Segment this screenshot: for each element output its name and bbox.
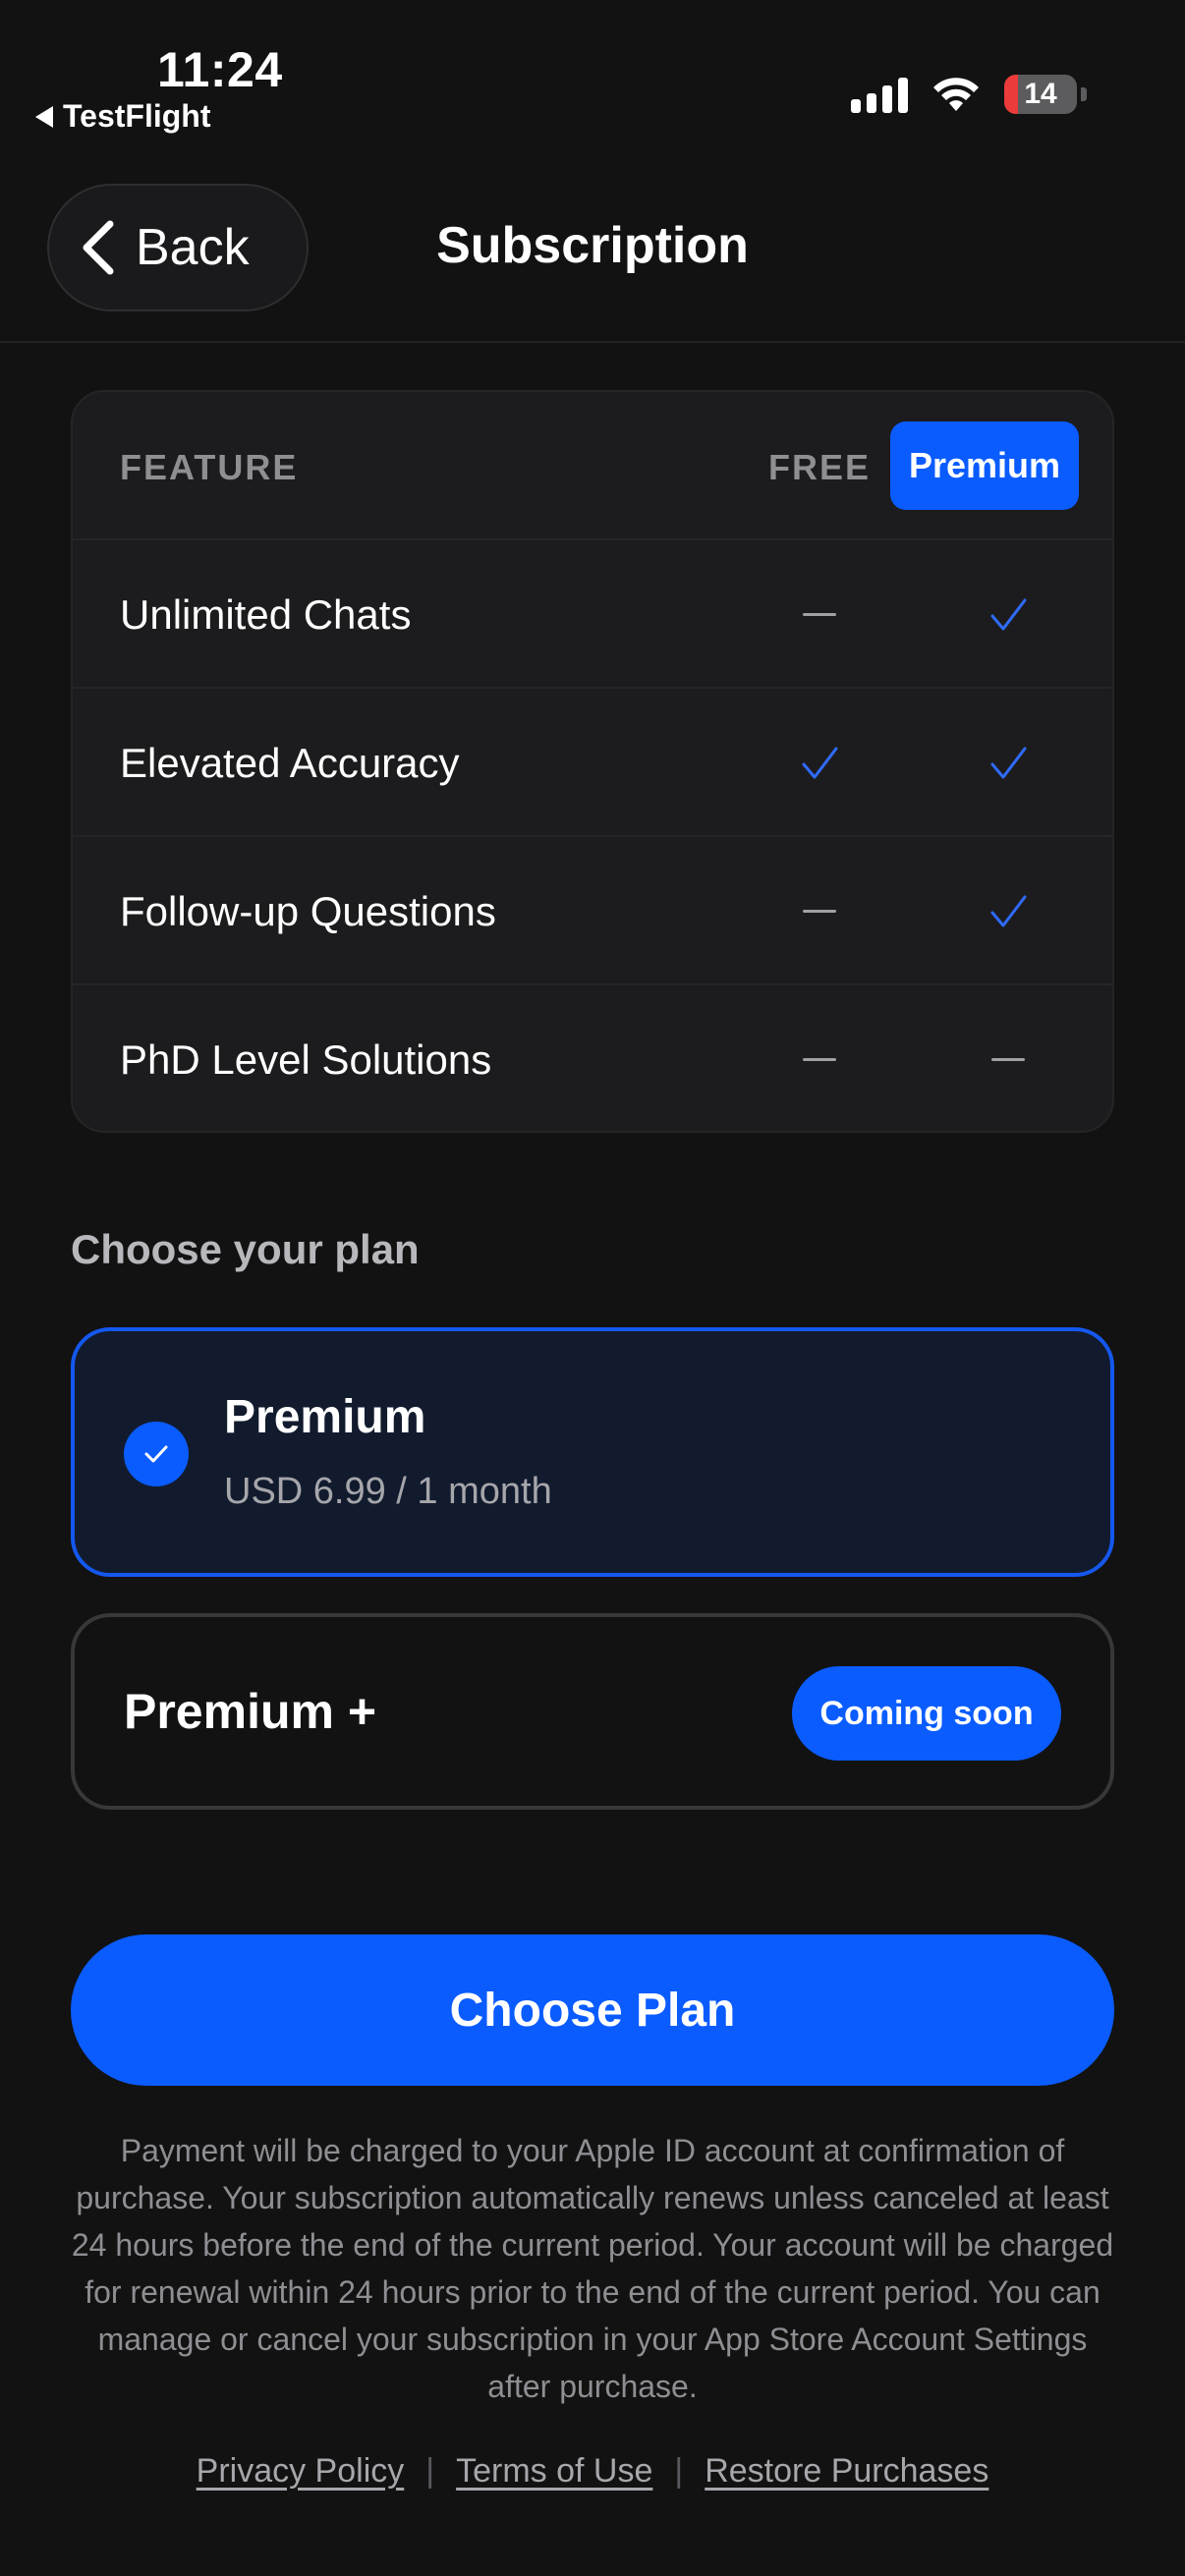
return-app-label: TestFlight — [63, 98, 211, 134]
nav-divider — [0, 341, 1185, 343]
feature-name: Elevated Accuracy — [120, 739, 460, 786]
return-to-app-link[interactable]: TestFlight — [35, 98, 211, 135]
plan-price: USD 6.99 / 1 month — [224, 1471, 552, 1512]
legal-disclaimer: Payment will be charged to your Apple ID… — [71, 2133, 1114, 2404]
privacy-policy-link[interactable]: Privacy Policy — [197, 2452, 405, 2491]
check-icon — [959, 540, 1057, 689]
status-time: 11:24 — [157, 42, 283, 97]
plan-option-premium-plus[interactable]: Premium + Coming soon — [71, 1613, 1114, 1810]
restore-purchases-link[interactable]: Restore Purchases — [705, 2452, 988, 2491]
choose-plan-button[interactable]: Choose Plan — [71, 1934, 1114, 2086]
signal-icon — [851, 76, 908, 113]
check-icon — [959, 837, 1057, 985]
plan-name: Premium — [224, 1391, 426, 1443]
plan-name: Premium + — [124, 1684, 377, 1739]
battery-icon: 14 — [1004, 75, 1077, 114]
feature-comparison-table: FEATURE FREE Premium Unlimited Chats Elev… — [71, 390, 1114, 1133]
wifi-icon — [933, 78, 979, 111]
feature-name: PhD Level Solutions — [120, 1036, 492, 1083]
feature-name: Follow-up Questions — [120, 887, 496, 934]
footer-separator: | — [425, 2452, 435, 2490]
footer-links: Privacy Policy | Terms of Use | Restore … — [0, 2452, 1185, 2491]
feature-name: Unlimited Chats — [120, 590, 412, 638]
table-row: Elevated Accuracy — [73, 689, 1112, 837]
battery-level: 14 — [1024, 78, 1057, 110]
footer-separator: | — [674, 2452, 684, 2490]
choose-plan-heading: Choose your plan — [71, 1226, 420, 1272]
dash-icon — [959, 985, 1057, 1131]
dash-icon — [770, 837, 869, 985]
page-title: Subscription — [436, 217, 749, 274]
status-indicators: 14 — [851, 75, 1087, 114]
table-row: Follow-up Questions — [73, 837, 1112, 985]
subscription-screen: 11:24 TestFlight 14 Back Subscription FE… — [0, 0, 1185, 2576]
back-triangle-icon — [35, 105, 53, 128]
header-premium-badge: Premium — [890, 421, 1079, 510]
terms-of-use-link[interactable]: Terms of Use — [456, 2452, 652, 2491]
header-feature: FEATURE — [120, 447, 299, 487]
battery-cap — [1081, 87, 1087, 101]
table-row: PhD Level Solutions — [73, 985, 1112, 1131]
check-icon — [770, 689, 869, 837]
table-row: Unlimited Chats — [73, 540, 1112, 689]
table-header-row: FEATURE FREE Premium — [73, 392, 1112, 540]
check-icon — [959, 689, 1057, 837]
plan-option-premium[interactable]: Premium USD 6.99 / 1 month — [71, 1327, 1114, 1577]
dash-icon — [770, 985, 869, 1131]
coming-soon-badge: Coming soon — [792, 1666, 1061, 1761]
dash-icon — [770, 540, 869, 689]
selected-check-icon — [124, 1422, 189, 1486]
